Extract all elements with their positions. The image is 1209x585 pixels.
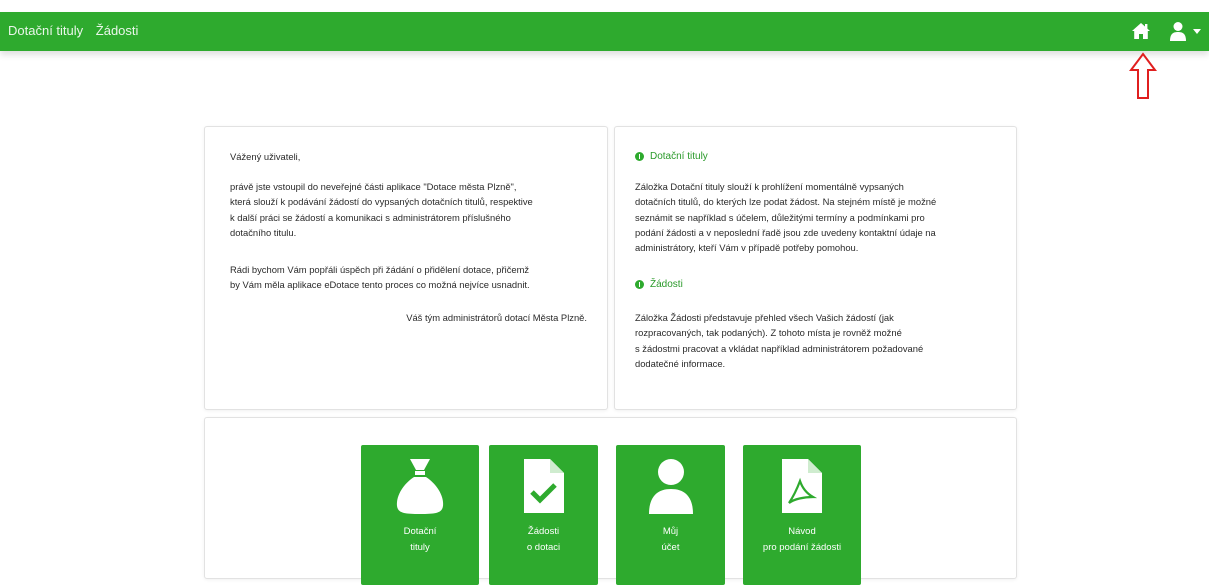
tile-label: Dotační tituly xyxy=(403,526,437,553)
welcome-paragraph-2: Rádi bychom Vám popřáli úspěch při žádán… xyxy=(230,264,530,291)
tile-muj-ucet[interactable]: Můj účet xyxy=(616,445,725,585)
top-navbar: Dotační tituly Žádosti xyxy=(0,12,1209,51)
welcome-card: Vážený uživateli, právě jste vstoupil do… xyxy=(204,126,608,410)
tile-dotacni-tituly[interactable]: Dotační tituly xyxy=(361,445,479,585)
info-icon xyxy=(635,152,644,161)
tile-zadosti-o-dotaci[interactable]: Žádosti o dotaci xyxy=(489,445,598,585)
tile-label: Žádosti o dotaci xyxy=(526,526,561,553)
section-heading-zadosti: Žádosti xyxy=(635,279,683,290)
info-icon xyxy=(635,280,644,289)
main-nav: Dotační tituly Žádosti xyxy=(8,23,147,38)
section-text-dotacni-tituly: Záložka Dotační tituly slouží k prohlíže… xyxy=(635,181,937,254)
section-heading-dotacni-tituly: Dotační tituly xyxy=(635,151,708,162)
home-icon[interactable] xyxy=(1131,22,1151,40)
quick-links-card: Dotační tituly Žádosti o dotaci Můj účet xyxy=(204,417,1017,585)
tile-label: Návod pro podání žádosti xyxy=(762,526,842,553)
nav-item-dotacni-tituly[interactable]: Dotační tituly xyxy=(8,23,83,38)
pdf-document-icon xyxy=(782,459,822,513)
tile-navod[interactable]: Návod pro podání žádosti xyxy=(743,445,861,585)
nav-item-zadosti[interactable]: Žádosti xyxy=(96,23,139,38)
red-arrow-annotation xyxy=(1129,52,1157,99)
money-bag-icon xyxy=(396,459,444,514)
user-icon xyxy=(648,459,693,514)
section-text-zadosti: Záložka Žádosti představuje přehled všec… xyxy=(635,312,924,369)
chevron-down-icon[interactable] xyxy=(1193,29,1201,35)
welcome-paragraph-1: právě jste vstoupil do neveřejné části a… xyxy=(230,181,533,238)
info-card: Dotační tituly Záložka Dotační tituly sl… xyxy=(614,126,1017,410)
welcome-greeting: Vážený uživateli, xyxy=(230,151,301,162)
document-check-icon xyxy=(523,459,564,513)
user-menu-icon[interactable] xyxy=(1170,21,1186,41)
tile-label: Můj účet xyxy=(661,526,680,553)
welcome-signature: Váš tým administrátorů dotací Města Plzn… xyxy=(406,312,587,323)
